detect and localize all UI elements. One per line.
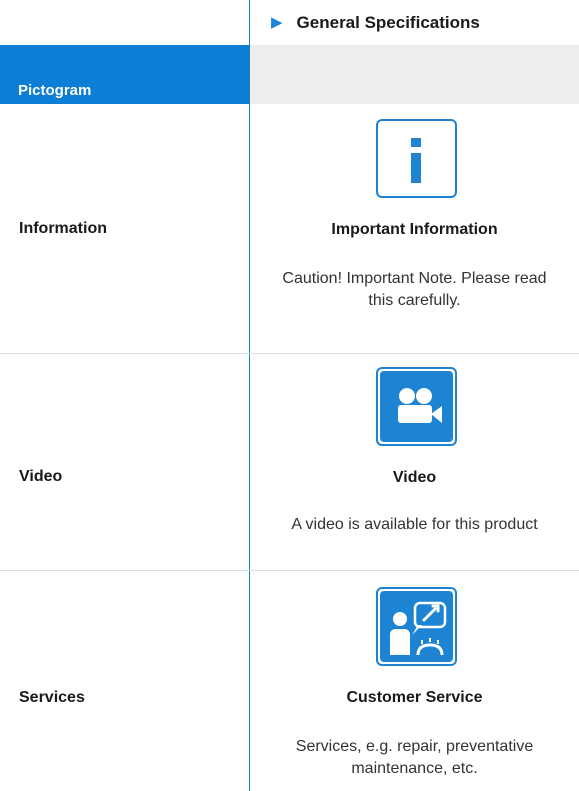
triangle-right-icon: ▶: [271, 14, 283, 31]
column-header-label: Pictogram: [18, 82, 92, 99]
video-camera-icon: [376, 367, 457, 446]
column-header-left: Pictogram: [0, 45, 249, 105]
row-title-information: Important Information: [331, 221, 498, 238]
row-title-services: Customer Service: [346, 689, 483, 706]
column-divider: [249, 0, 250, 791]
row-label-services: Services: [19, 689, 85, 706]
customer-service-icon: [376, 587, 457, 666]
row-description-video: A video is available for this product: [291, 516, 538, 533]
section-header: ▶ General Specifications: [250, 0, 579, 45]
row-description-information: Caution! Important Note. Please read thi…: [250, 268, 579, 312]
section-title: General Specifications: [296, 12, 480, 32]
row-separator: [0, 570, 579, 571]
column-header-right: [250, 45, 579, 104]
row-label-video: Video: [19, 468, 63, 485]
row-separator: [0, 353, 579, 354]
row-description-text: Services, e.g. repair, preventative main…: [295, 738, 534, 777]
row-label-information: Information: [19, 220, 107, 237]
row-description-services: Services, e.g. repair, preventative main…: [250, 736, 579, 780]
row-title-video: Video: [392, 469, 437, 486]
row-description-text: Caution! Important Note. Please read thi…: [282, 270, 547, 309]
info-icon: [376, 119, 457, 198]
